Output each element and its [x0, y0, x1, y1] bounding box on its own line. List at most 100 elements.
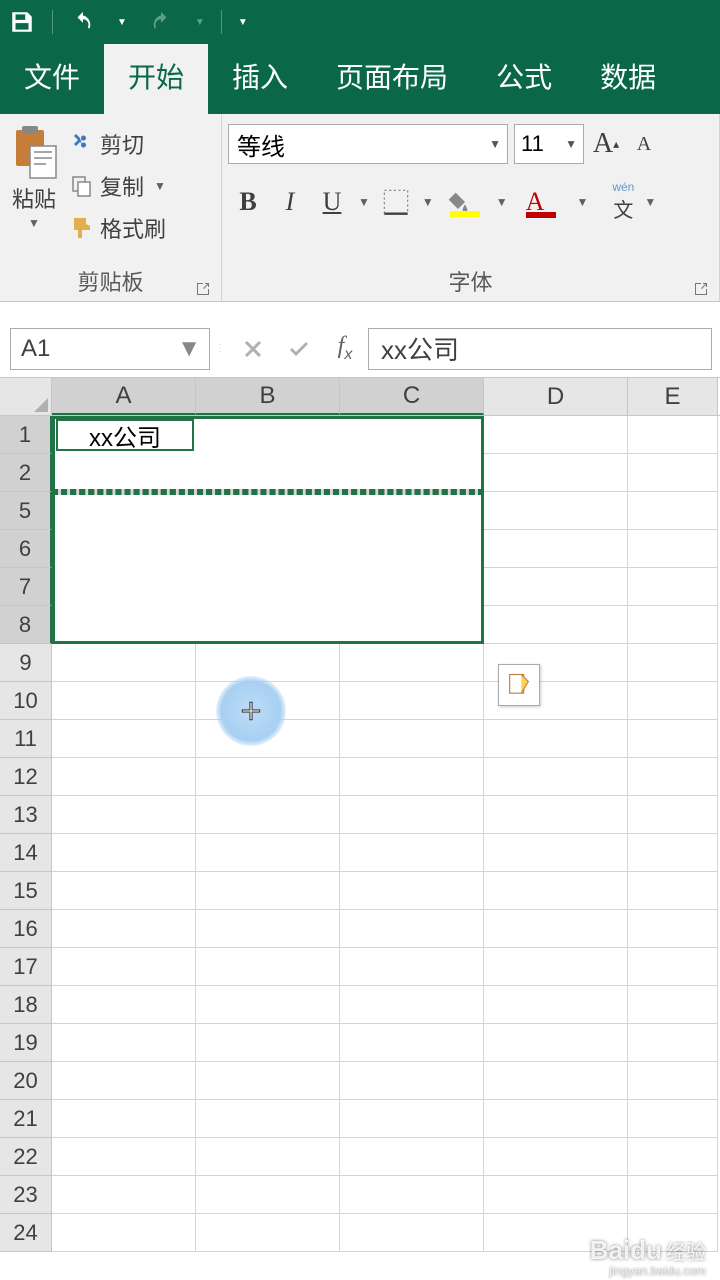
cell-A13[interactable]: [52, 796, 196, 834]
cell-B5[interactable]: 运营部: [196, 492, 340, 530]
cell-B19[interactable]: [196, 1024, 340, 1062]
row-header-16[interactable]: 16: [0, 910, 52, 948]
cell-B22[interactable]: [196, 1138, 340, 1176]
row-header-17[interactable]: 17: [0, 948, 52, 986]
cell-B15[interactable]: [196, 872, 340, 910]
cell-E18[interactable]: [628, 986, 718, 1024]
format-painter-button[interactable]: 格式刷: [66, 210, 170, 246]
cell-C12[interactable]: [340, 758, 484, 796]
col-header-A[interactable]: A: [52, 378, 196, 415]
cell-A18[interactable]: [52, 986, 196, 1024]
cell-D12[interactable]: [484, 758, 628, 796]
cell-D1[interactable]: [484, 416, 628, 454]
spreadsheet-grid[interactable]: A B C D E 12员工1所属部门奖金5员工4运营部6006员工5运营部30…: [0, 378, 720, 1252]
cell-C23[interactable]: [340, 1176, 484, 1214]
tab-insert[interactable]: 插入: [208, 44, 312, 114]
cell-E10[interactable]: [628, 682, 718, 720]
cell-B20[interactable]: [196, 1062, 340, 1100]
cell-B8[interactable]: 运营部: [196, 606, 340, 644]
row-header-2[interactable]: 2: [0, 454, 52, 492]
row-header-6[interactable]: 6: [0, 530, 52, 568]
cell-D8[interactable]: [484, 606, 628, 644]
cell-E17[interactable]: [628, 948, 718, 986]
cell-A9[interactable]: [52, 644, 196, 682]
col-header-B[interactable]: B: [196, 378, 340, 415]
row-header-11[interactable]: 11: [0, 720, 52, 758]
copy-dropdown-icon[interactable]: ▼: [154, 179, 166, 193]
cell-E23[interactable]: [628, 1176, 718, 1214]
cell-B1[interactable]: [196, 416, 340, 454]
phonetic-dropdown-icon[interactable]: ▼: [644, 195, 656, 209]
name-box[interactable]: A1 ▼: [10, 328, 210, 370]
underline-dropdown-icon[interactable]: ▼: [358, 195, 370, 209]
phonetic-button[interactable]: wén 文: [612, 180, 634, 223]
cell-C11[interactable]: [340, 720, 484, 758]
cell-B9[interactable]: [196, 644, 340, 682]
cell-A16[interactable]: [52, 910, 196, 948]
fontcolor-dropdown-icon[interactable]: ▼: [576, 195, 588, 209]
cell-A24[interactable]: [52, 1214, 196, 1252]
cell-B2[interactable]: 所属部门: [196, 454, 340, 492]
paste-options-button[interactable]: [498, 664, 540, 706]
qat-customize-icon[interactable]: ▼: [238, 17, 248, 28]
cell-E7[interactable]: [628, 568, 718, 606]
cell-A8[interactable]: 员工7: [52, 606, 196, 644]
cell-C22[interactable]: [340, 1138, 484, 1176]
cell-D5[interactable]: [484, 492, 628, 530]
cell-C19[interactable]: [340, 1024, 484, 1062]
cell-E6[interactable]: [628, 530, 718, 568]
cell-E8[interactable]: [628, 606, 718, 644]
cell-D18[interactable]: [484, 986, 628, 1024]
cell-A6[interactable]: 员工5: [52, 530, 196, 568]
cell-B17[interactable]: [196, 948, 340, 986]
border-button[interactable]: [380, 182, 412, 222]
tab-home[interactable]: 开始: [104, 44, 208, 114]
cell-A11[interactable]: [52, 720, 196, 758]
decrease-font-button[interactable]: A: [628, 124, 660, 164]
cell-E16[interactable]: [628, 910, 718, 948]
row-header-13[interactable]: 13: [0, 796, 52, 834]
cell-E11[interactable]: [628, 720, 718, 758]
tab-formula[interactable]: 公式: [472, 44, 576, 114]
cell-B18[interactable]: [196, 986, 340, 1024]
cell-C7[interactable]: 400: [340, 568, 484, 606]
cell-D14[interactable]: [484, 834, 628, 872]
cell-D13[interactable]: [484, 796, 628, 834]
row-header-23[interactable]: 23: [0, 1176, 52, 1214]
cell-A14[interactable]: [52, 834, 196, 872]
cell-E9[interactable]: [628, 644, 718, 682]
cell-D20[interactable]: [484, 1062, 628, 1100]
row-header-10[interactable]: 10: [0, 682, 52, 720]
cell-E20[interactable]: [628, 1062, 718, 1100]
undo-icon[interactable]: [69, 8, 97, 36]
cell-A22[interactable]: [52, 1138, 196, 1176]
tab-data[interactable]: 数据: [576, 44, 680, 114]
cell-D6[interactable]: [484, 530, 628, 568]
cell-D23[interactable]: [484, 1176, 628, 1214]
cell-B13[interactable]: [196, 796, 340, 834]
cell-E2[interactable]: [628, 454, 718, 492]
cell-B12[interactable]: [196, 758, 340, 796]
cell-C9[interactable]: [340, 644, 484, 682]
cell-D11[interactable]: [484, 720, 628, 758]
cell-C6[interactable]: 300: [340, 530, 484, 568]
cell-A21[interactable]: [52, 1100, 196, 1138]
cell-B6[interactable]: 运营部: [196, 530, 340, 568]
cell-E14[interactable]: [628, 834, 718, 872]
italic-button[interactable]: I: [274, 182, 306, 222]
cell-A1[interactable]: [52, 416, 196, 454]
cell-A17[interactable]: [52, 948, 196, 986]
cell-A20[interactable]: [52, 1062, 196, 1100]
cell-D21[interactable]: [484, 1100, 628, 1138]
tab-file[interactable]: 文件: [0, 44, 104, 114]
cell-B23[interactable]: [196, 1176, 340, 1214]
cell-A15[interactable]: [52, 872, 196, 910]
cell-D15[interactable]: [484, 872, 628, 910]
row-header-24[interactable]: 24: [0, 1214, 52, 1252]
row-header-5[interactable]: 5: [0, 492, 52, 530]
row-header-12[interactable]: 12: [0, 758, 52, 796]
cell-D2[interactable]: [484, 454, 628, 492]
row-header-14[interactable]: 14: [0, 834, 52, 872]
row-header-15[interactable]: 15: [0, 872, 52, 910]
increase-font-button[interactable]: A▴: [590, 124, 622, 164]
